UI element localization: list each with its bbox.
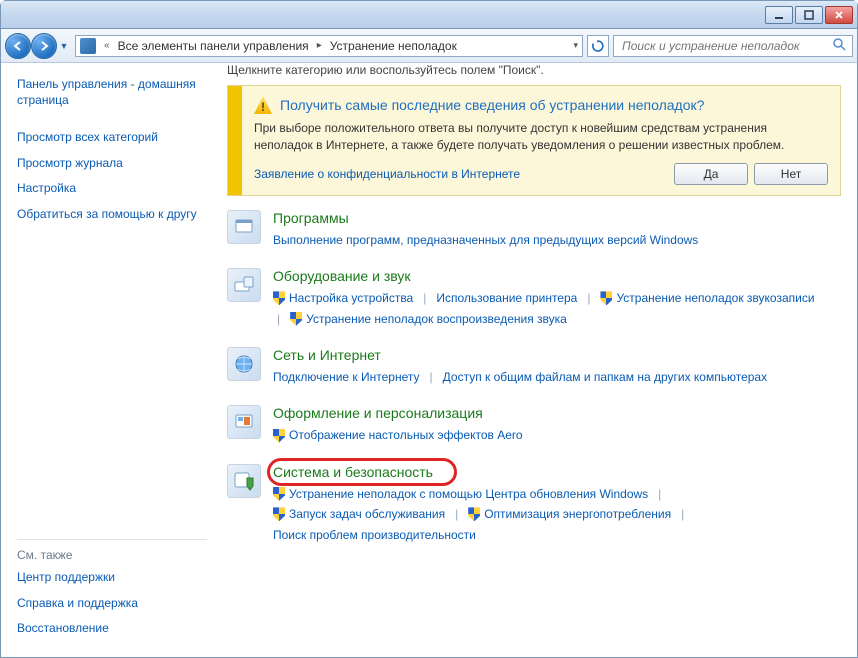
categories: Программы Выполнение программ, предназна… <box>227 210 841 545</box>
search-icon <box>833 38 846 54</box>
category-programs: Программы Выполнение программ, предназна… <box>227 210 821 250</box>
category-network-title[interactable]: Сеть и Интернет <box>273 347 821 363</box>
sub-internet[interactable]: Подключение к Интернету <box>273 367 420 387</box>
sidebar-link-all-categories[interactable]: Просмотр всех категорий <box>17 130 207 146</box>
category-appearance-title[interactable]: Оформление и персонализация <box>273 405 821 421</box>
category-hardware-title[interactable]: Оборудование и звук <box>273 268 821 284</box>
main: Щелкните категорию или воспользуйтесь по… <box>219 63 857 657</box>
breadcrumb-seg-1[interactable]: Все элементы панели управления <box>118 39 309 53</box>
category-programs-title[interactable]: Программы <box>273 210 821 226</box>
address-bar[interactable]: « Все элементы панели управления ▸ Устра… <box>75 35 583 57</box>
shield-icon <box>468 507 480 521</box>
sidebar-link-ask-friend[interactable]: Обратиться за помощью к другу <box>17 207 207 223</box>
shield-icon <box>600 291 612 305</box>
sub-performance[interactable]: Поиск проблем производительности <box>273 525 476 545</box>
nav-back-button[interactable] <box>5 33 31 59</box>
hardware-icon <box>227 268 261 302</box>
address-dropdown[interactable]: ▾ <box>573 40 578 51</box>
nav-forward-button[interactable] <box>31 33 57 59</box>
sub-programs-compat[interactable]: Выполнение программ, предназначенных для… <box>273 230 698 250</box>
info-no-button[interactable]: Нет <box>754 163 828 185</box>
window-maximize-button[interactable] <box>795 6 823 24</box>
shield-icon <box>290 312 302 326</box>
window-minimize-button[interactable] <box>765 6 793 24</box>
privacy-statement-link[interactable]: Заявление о конфиденциальности в Интерне… <box>254 167 520 181</box>
sub-maintenance[interactable]: Запуск задач обслуживания <box>289 504 445 524</box>
network-icon <box>227 347 261 381</box>
sidebar-link-history[interactable]: Просмотр журнала <box>17 156 207 172</box>
see-also-help[interactable]: Справка и поддержка <box>17 596 207 612</box>
warning-icon: ! <box>254 96 272 114</box>
breadcrumb-seg-2[interactable]: Устранение неполадок <box>330 39 457 53</box>
titlebar <box>1 1 857 29</box>
sub-windows-update[interactable]: Устранение неполадок с помощью Центра об… <box>289 484 648 504</box>
info-bar-heading: ! Получить самые последние сведения об у… <box>254 96 828 114</box>
sub-audio-play[interactable]: Устранение неполадок воспроизведения зву… <box>306 309 567 329</box>
navbar: ▼ « Все элементы панели управления ▸ Уст… <box>1 29 857 63</box>
sidebar-see-also: См. также Центр поддержки Справка и подд… <box>17 539 207 647</box>
category-network: Сеть и Интернет Подключение к Интернету|… <box>227 347 821 387</box>
search-box[interactable] <box>613 35 853 57</box>
info-heading-text: Получить самые последние сведения об уст… <box>280 97 704 113</box>
window-buttons <box>765 6 853 24</box>
nav-history-dropdown[interactable]: ▼ <box>57 33 71 59</box>
control-panel-icon <box>80 38 96 54</box>
see-also-recovery[interactable]: Восстановление <box>17 621 207 637</box>
nav-arrows: ▼ <box>5 33 71 59</box>
info-bar: ! Получить самые последние сведения об у… <box>227 85 841 196</box>
category-hardware: Оборудование и звук Настройка устройства… <box>227 268 821 329</box>
sidebar-home-link[interactable]: Панель управления - домашняя страница <box>17 77 207 108</box>
sub-device-setup[interactable]: Настройка устройства <box>289 288 413 308</box>
breadcrumb-prefix: « <box>104 40 110 51</box>
sidebar-link-settings[interactable]: Настройка <box>17 181 207 197</box>
refresh-button[interactable] <box>587 35 609 57</box>
see-also-header: См. также <box>17 539 207 562</box>
system-security-icon <box>227 464 261 498</box>
info-bar-body: При выборе положительного ответа вы полу… <box>254 120 828 155</box>
sidebar: Панель управления - домашняя страница Пр… <box>1 63 219 657</box>
top-hint: Щелкните категорию или воспользуйтесь по… <box>227 63 841 85</box>
sub-printer[interactable]: Использование принтера <box>436 288 577 308</box>
content: Панель управления - домашняя страница Пр… <box>1 63 857 657</box>
shield-icon <box>273 429 285 443</box>
sub-aero[interactable]: Отображение настольных эффектов Aero <box>289 425 523 445</box>
appearance-icon <box>227 405 261 439</box>
chevron-right-icon: ▸ <box>317 40 322 51</box>
sub-audio-record[interactable]: Устранение неполадок звукозаписи <box>616 288 814 308</box>
shield-icon <box>273 507 285 521</box>
category-appearance: Оформление и персонализация Отображение … <box>227 405 821 445</box>
shield-icon <box>273 487 285 501</box>
sub-shared[interactable]: Доступ к общим файлам и папкам на других… <box>443 367 767 387</box>
search-input[interactable] <box>620 38 827 54</box>
sub-power[interactable]: Оптимизация энергопотребления <box>484 504 671 524</box>
info-yes-button[interactable]: Да <box>674 163 748 185</box>
shield-icon <box>273 291 285 305</box>
info-bar-stripe <box>228 86 242 195</box>
category-system-security-title[interactable]: Система и безопасность <box>273 464 821 480</box>
programs-icon <box>227 210 261 244</box>
window-close-button[interactable] <box>825 6 853 24</box>
category-system-security: Система и безопасность Устранение непола… <box>227 464 821 545</box>
see-also-action-center[interactable]: Центр поддержки <box>17 570 207 586</box>
